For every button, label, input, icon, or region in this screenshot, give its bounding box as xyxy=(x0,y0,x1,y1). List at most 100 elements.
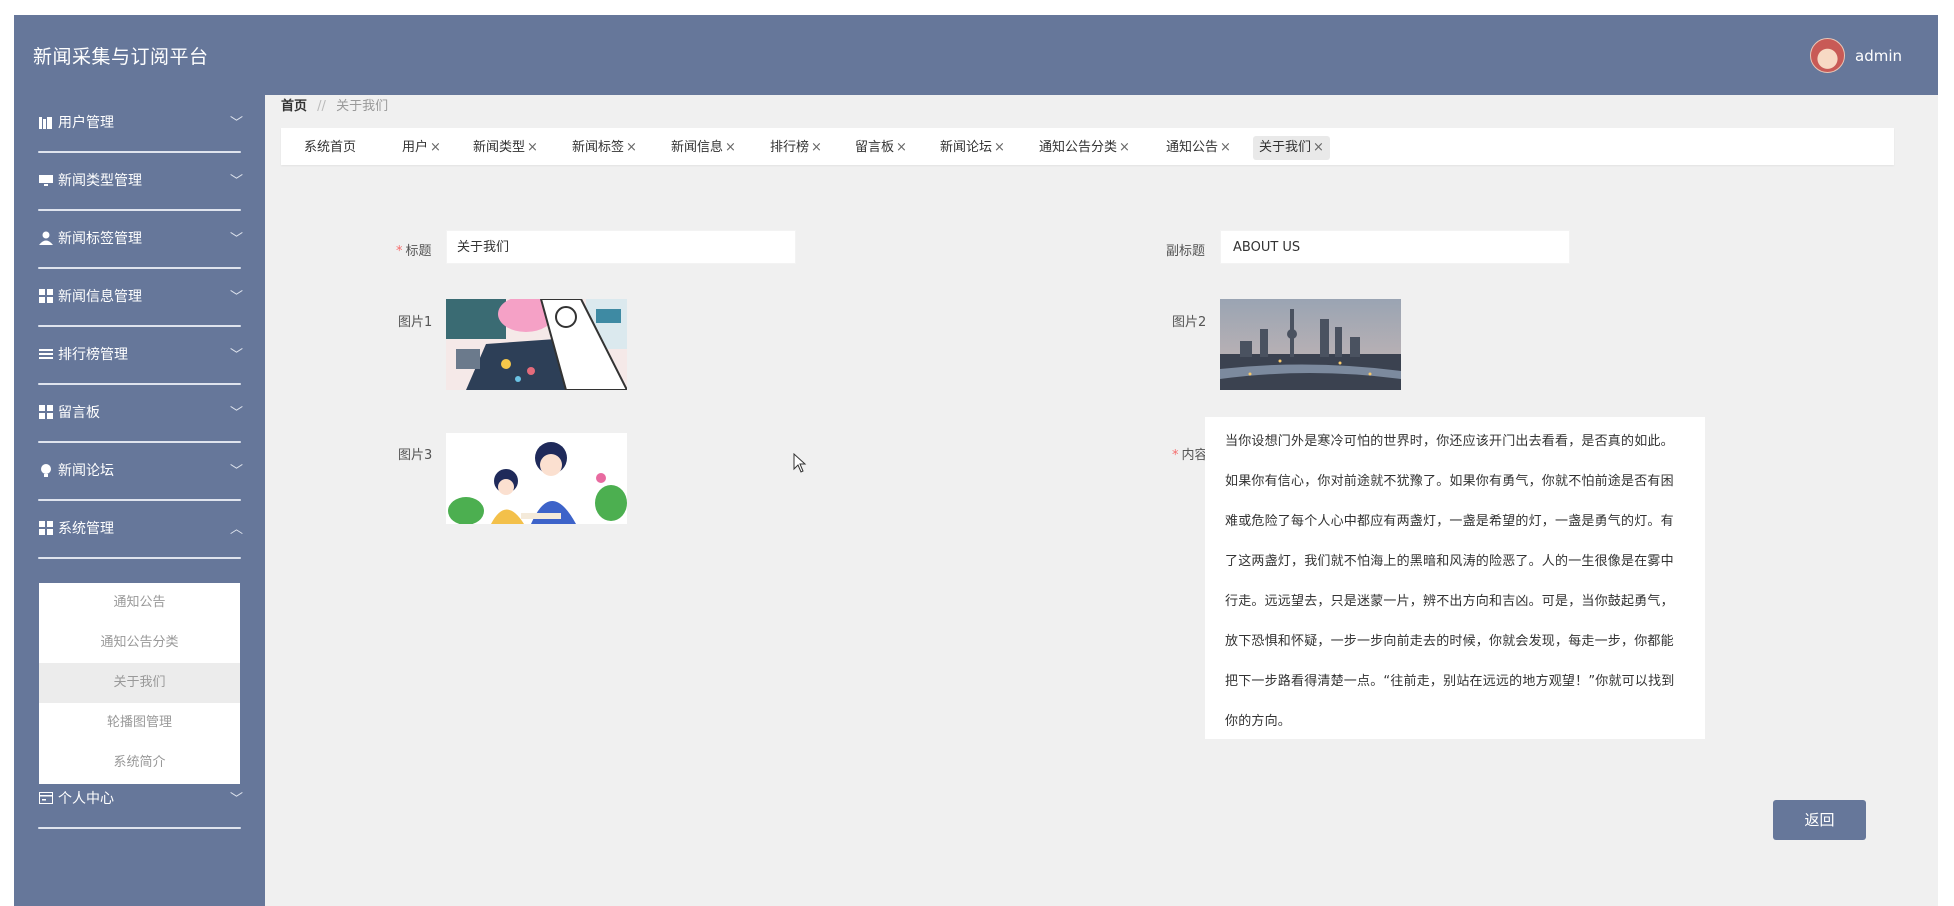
grid-icon xyxy=(39,289,53,303)
title-field[interactable]: 关于我们 xyxy=(446,230,796,264)
app-title: 新闻采集与订阅平台 xyxy=(33,46,209,68)
tab-label: 通知公告分类 xyxy=(1039,140,1118,155)
sidebar-item-label: 新闻信息管理 xyxy=(58,289,142,305)
submenu-item-about-us[interactable]: 关于我们 xyxy=(39,663,240,703)
chevron-down-icon: ﹀ xyxy=(229,792,243,807)
submenu-item-system-intro[interactable]: 系统简介 xyxy=(39,743,240,783)
title-label: * 标题 xyxy=(396,240,432,259)
submenu-item-notice-category[interactable]: 通知公告分类 xyxy=(39,623,240,663)
close-icon[interactable]: × xyxy=(626,140,637,155)
submenu-item-carousel[interactable]: 轮播图管理 xyxy=(39,703,240,743)
sidebar-item-label: 系统管理 xyxy=(58,521,114,537)
sidebar-item-user-management[interactable]: 用户管理 ﹀ xyxy=(14,95,265,153)
tab-label: 系统首页 xyxy=(304,140,357,155)
sidebar-item-label: 留言板 xyxy=(58,405,100,421)
tab-user[interactable]: 用户 × xyxy=(398,136,445,160)
divider xyxy=(38,827,241,829)
chevron-down-icon: ﹀ xyxy=(229,174,243,189)
tab-notice[interactable]: 通知公告 × xyxy=(1162,136,1235,160)
tab-label: 新闻信息 xyxy=(671,140,724,155)
sidebar: 用户管理 ﹀ 新闻类型管理 ﹀ 新闻标签管理 ﹀ 新闻信息管理 ﹀ 排行榜管理 … xyxy=(14,95,265,906)
card-icon xyxy=(39,791,53,805)
monitor-icon xyxy=(39,173,53,187)
sidebar-item-message-board[interactable]: 留言板 ﹀ xyxy=(14,385,265,443)
sidebar-item-label: 个人中心 xyxy=(58,791,114,807)
breadcrumb-separator: // xyxy=(317,99,326,114)
tab-news-forum[interactable]: 新闻论坛 × xyxy=(936,136,1009,160)
tab-news-tag[interactable]: 新闻标签 × xyxy=(568,136,641,160)
tab-label: 关于我们 xyxy=(1259,140,1312,155)
close-icon[interactable]: × xyxy=(725,140,736,155)
content-editor[interactable]: 当你设想门外是寒冷可怕的世界时，你还应该开门出去看看，是否真的如此。如果你有信心… xyxy=(1205,417,1705,739)
tab-message-board[interactable]: 留言板 × xyxy=(851,136,911,160)
sidebar-item-label: 排行榜管理 xyxy=(58,347,128,363)
chevron-down-icon: ﹀ xyxy=(229,406,243,421)
tab-label: 留言板 xyxy=(855,140,895,155)
chevron-down-icon: ﹀ xyxy=(229,116,243,131)
tab-label: 通知公告 xyxy=(1166,140,1219,155)
tabs-bar: 系统首页 用户 × 新闻类型 × 新闻标签 × 新闻信息 × 排行榜 × 留言板 × 新闻论… xyxy=(281,128,1894,165)
system-submenu: 通知公告 通知公告分类 关于我们 轮播图管理 系统简介 xyxy=(39,583,240,784)
mouse-cursor-icon xyxy=(793,452,807,477)
tab-label: 新闻类型 xyxy=(473,140,526,155)
tab-ranking[interactable]: 排行榜 × xyxy=(766,136,826,160)
close-icon[interactable]: × xyxy=(896,140,907,155)
top-header: 新闻采集与订阅平台 admin xyxy=(14,15,1938,95)
bar-chart-icon xyxy=(39,115,53,129)
sidebar-item-news-forum[interactable]: 新闻论坛 ﹀ xyxy=(14,443,265,501)
close-icon[interactable]: × xyxy=(1119,140,1130,155)
close-icon[interactable]: × xyxy=(1220,140,1231,155)
image3-label: 图片3 xyxy=(398,448,433,463)
subtitle-field[interactable]: ABOUT US xyxy=(1220,230,1570,264)
grid-icon xyxy=(39,405,53,419)
sidebar-item-label: 新闻论坛 xyxy=(58,463,114,479)
sidebar-item-news-type-management[interactable]: 新闻类型管理 ﹀ xyxy=(14,153,265,211)
required-mark: * xyxy=(396,244,403,259)
chevron-up-icon: ︿ xyxy=(229,522,243,537)
title-label-text: 标题 xyxy=(405,244,432,259)
image2-label: 图片2 xyxy=(1172,315,1207,330)
tab-news-info[interactable]: 新闻信息 × xyxy=(667,136,740,160)
image2-preview[interactable] xyxy=(1220,299,1401,390)
image1-label: 图片1 xyxy=(398,315,433,330)
sidebar-item-news-tag-management[interactable]: 新闻标签管理 ﹀ xyxy=(14,211,265,269)
image1-preview[interactable] xyxy=(446,299,627,390)
content-label: * 内容 xyxy=(1172,444,1208,463)
tab-about-us[interactable]: 关于我们 × xyxy=(1253,136,1330,160)
breadcrumb-home[interactable]: 首页 xyxy=(281,99,307,114)
tab-label: 排行榜 xyxy=(770,140,810,155)
tab-news-type[interactable]: 新闻类型 × xyxy=(469,136,542,160)
user-menu[interactable]: admin xyxy=(1810,38,1902,73)
tab-label: 用户 xyxy=(402,140,429,155)
breadcrumb: 首页 // 关于我们 xyxy=(281,95,388,114)
submenu-item-notice[interactable]: 通知公告 xyxy=(39,583,240,623)
sidebar-item-ranking-management[interactable]: 排行榜管理 ﹀ xyxy=(14,327,265,385)
close-icon[interactable]: × xyxy=(811,140,822,155)
chevron-down-icon: ﹀ xyxy=(229,348,243,363)
required-mark: * xyxy=(1172,448,1179,463)
close-icon[interactable]: × xyxy=(994,140,1005,155)
user-icon xyxy=(39,231,53,245)
chevron-down-icon: ﹀ xyxy=(229,290,243,305)
sidebar-item-label: 新闻类型管理 xyxy=(58,173,142,189)
close-icon[interactable]: × xyxy=(1313,140,1324,155)
divider xyxy=(38,557,241,559)
content-label-text: 内容 xyxy=(1181,448,1208,463)
sidebar-item-label: 用户管理 xyxy=(58,115,114,131)
avatar[interactable] xyxy=(1810,38,1845,73)
bulb-icon xyxy=(39,463,53,477)
close-icon[interactable]: × xyxy=(527,140,538,155)
breadcrumb-current: 关于我们 xyxy=(336,99,389,114)
close-icon[interactable]: × xyxy=(430,140,441,155)
chevron-down-icon: ﹀ xyxy=(229,464,243,479)
username[interactable]: admin xyxy=(1855,47,1902,65)
content-text: 当你设想门外是寒冷可怕的世界时，你还应该开门出去看看，是否真的如此。如果你有信心… xyxy=(1225,434,1675,729)
tab-notice-category[interactable]: 通知公告分类 × xyxy=(1035,136,1134,160)
tab-system-home[interactable]: 系统首页 xyxy=(300,136,360,160)
sidebar-item-news-info-management[interactable]: 新闻信息管理 ﹀ xyxy=(14,269,265,327)
image3-preview[interactable] xyxy=(446,433,627,524)
tab-label: 新闻标签 xyxy=(572,140,625,155)
subtitle-label: 副标题 xyxy=(1166,244,1206,259)
sidebar-item-system-management[interactable]: 系统管理 ︿ xyxy=(14,501,265,559)
back-button[interactable]: 返回 xyxy=(1773,800,1866,840)
